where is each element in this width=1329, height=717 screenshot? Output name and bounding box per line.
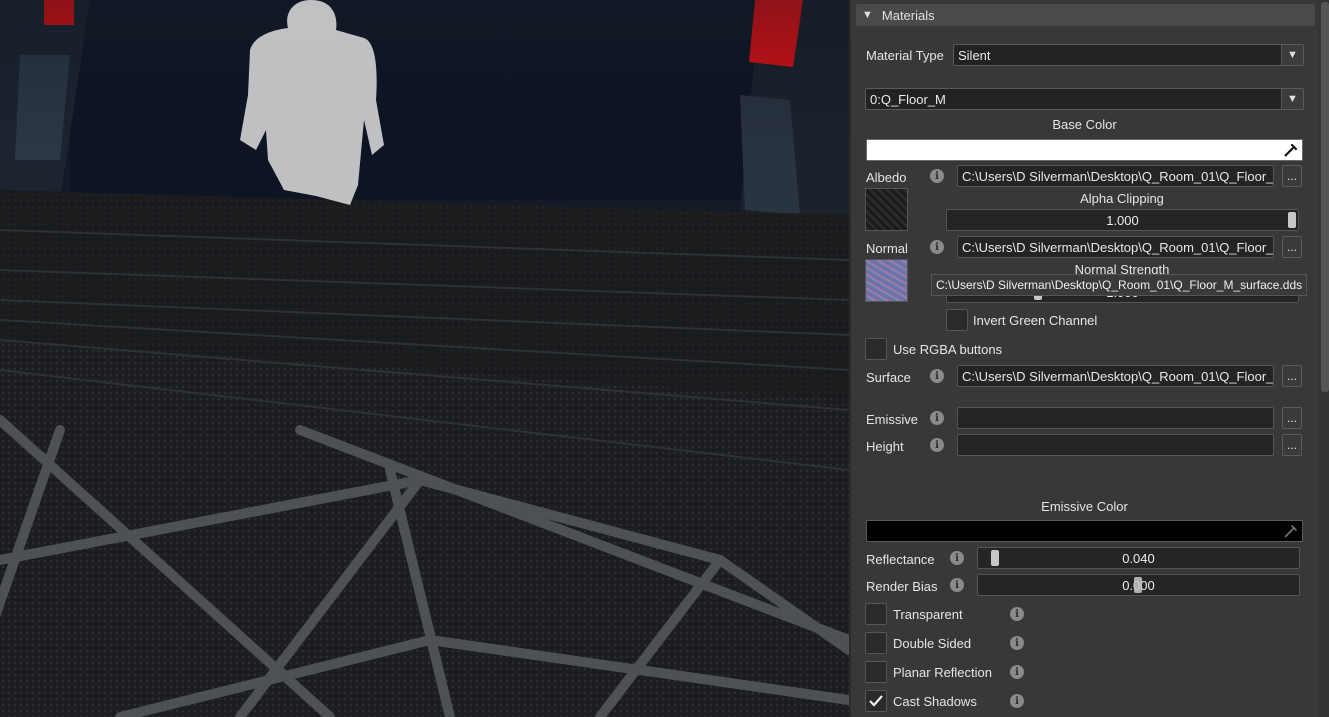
checkmark-icon <box>869 695 883 707</box>
planar-reflection-checkbox[interactable] <box>865 661 887 683</box>
material-slot-value: 0:Q_Floor_M <box>870 91 946 107</box>
base-color-label: Base Color <box>1052 117 1117 132</box>
height-path-field[interactable] <box>957 434 1274 456</box>
emissive-color-label: Emissive Color <box>1041 499 1128 514</box>
info-icon[interactable]: i <box>930 169 944 183</box>
alpha-clipping-slider[interactable]: 1.000 <box>946 209 1299 231</box>
scrollbar-thumb[interactable] <box>1321 2 1329 392</box>
info-icon[interactable]: i <box>950 578 964 592</box>
transparent-checkbox[interactable] <box>865 603 887 625</box>
albedo-label: Albedo <box>866 170 907 185</box>
albedo-thumbnail[interactable] <box>865 188 908 231</box>
slider-grab[interactable] <box>1288 212 1296 228</box>
render-bias-slider[interactable]: 0.000 <box>977 574 1300 596</box>
info-icon[interactable]: i <box>930 240 944 254</box>
surface-path-field[interactable]: C:\Users\D Silverman\Desktop\Q_Room_01\Q… <box>957 365 1274 387</box>
emissive-path-field[interactable] <box>957 407 1274 429</box>
triangle-down-icon[interactable]: ▼ <box>1281 89 1303 109</box>
materials-title: Materials <box>881 7 935 23</box>
character-silhouette <box>240 0 384 205</box>
eyedropper-icon[interactable] <box>1283 523 1299 539</box>
materials-section-header[interactable]: ▼ Materials <box>856 4 1315 26</box>
normal-thumbnail[interactable] <box>865 259 908 302</box>
info-icon[interactable]: i <box>950 551 964 565</box>
reflectance-slider[interactable]: 0.040 <box>977 547 1300 569</box>
info-icon[interactable]: i <box>930 438 944 452</box>
normal-browse-button[interactable]: ... <box>1282 236 1302 258</box>
info-icon[interactable]: i <box>930 369 944 383</box>
emissive-label: Emissive <box>866 412 919 427</box>
reflectance-label: Reflectance <box>866 552 935 567</box>
slider-grab[interactable] <box>1134 577 1142 593</box>
transparent-label: Transparent <box>893 607 963 622</box>
info-icon[interactable]: i <box>930 411 944 425</box>
planar-reflection-label: Planar Reflection <box>893 665 992 680</box>
material-type-select[interactable]: Silent ▼ <box>953 44 1304 66</box>
material-slot-select[interactable]: 0:Q_Floor_M ▼ <box>865 88 1304 110</box>
alpha-clipping-value: 1.000 <box>1106 212 1139 228</box>
info-icon[interactable]: i <box>1010 636 1024 650</box>
inspector-panel: ▼ Materials Material Type Silent ▼ 0:Q_F… <box>849 0 1329 717</box>
use-rgba-checkbox[interactable] <box>865 338 887 360</box>
material-type-value: Silent <box>958 47 991 63</box>
use-rgba-label: Use RGBA buttons <box>893 342 1003 357</box>
height-label: Height <box>866 439 904 454</box>
render-bias-label: Render Bias <box>866 579 938 594</box>
material-type-label: Material Type <box>866 48 944 63</box>
alpha-clipping-label: Alpha Clipping <box>1080 191 1164 206</box>
surface-browse-button[interactable]: ... <box>1282 365 1302 387</box>
collapse-triangle-icon[interactable]: ▼ <box>862 9 873 21</box>
invert-green-label: Invert Green Channel <box>973 313 1098 328</box>
cast-shadows-checkbox[interactable] <box>865 690 887 712</box>
double-sided-label: Double Sided <box>893 636 972 651</box>
panel-scrollbar[interactable] <box>1319 0 1329 717</box>
slider-grab[interactable] <box>991 550 999 566</box>
surface-label: Surface <box>866 370 911 385</box>
double-sided-checkbox[interactable] <box>865 632 887 654</box>
emissive-color-swatch[interactable] <box>866 520 1303 542</box>
path-tooltip: C:\Users\D Silverman\Desktop\Q_Room_01\Q… <box>931 274 1308 296</box>
triangle-down-icon[interactable]: ▼ <box>1281 45 1303 65</box>
base-color-swatch[interactable] <box>866 139 1303 161</box>
emissive-browse-button[interactable]: ... <box>1282 407 1302 429</box>
scene-viewport[interactable] <box>0 0 849 717</box>
invert-green-checkbox[interactable] <box>946 309 968 331</box>
eyedropper-icon[interactable] <box>1283 142 1299 158</box>
normal-label: Normal <box>866 241 908 256</box>
info-icon[interactable]: i <box>1010 694 1024 708</box>
reflectance-value: 0.040 <box>1122 550 1155 566</box>
cast-shadows-label: Cast Shadows <box>893 694 977 709</box>
scene-render <box>0 0 849 717</box>
albedo-browse-button[interactable]: ... <box>1282 165 1302 187</box>
albedo-path-field[interactable]: C:\Users\D Silverman\Desktop\Q_Room_01\Q… <box>957 165 1274 187</box>
info-icon[interactable]: i <box>1010 665 1024 679</box>
normal-path-field[interactable]: C:\Users\D Silverman\Desktop\Q_Room_01\Q… <box>957 236 1274 258</box>
info-icon[interactable]: i <box>1010 607 1024 621</box>
height-browse-button[interactable]: ... <box>1282 434 1302 456</box>
